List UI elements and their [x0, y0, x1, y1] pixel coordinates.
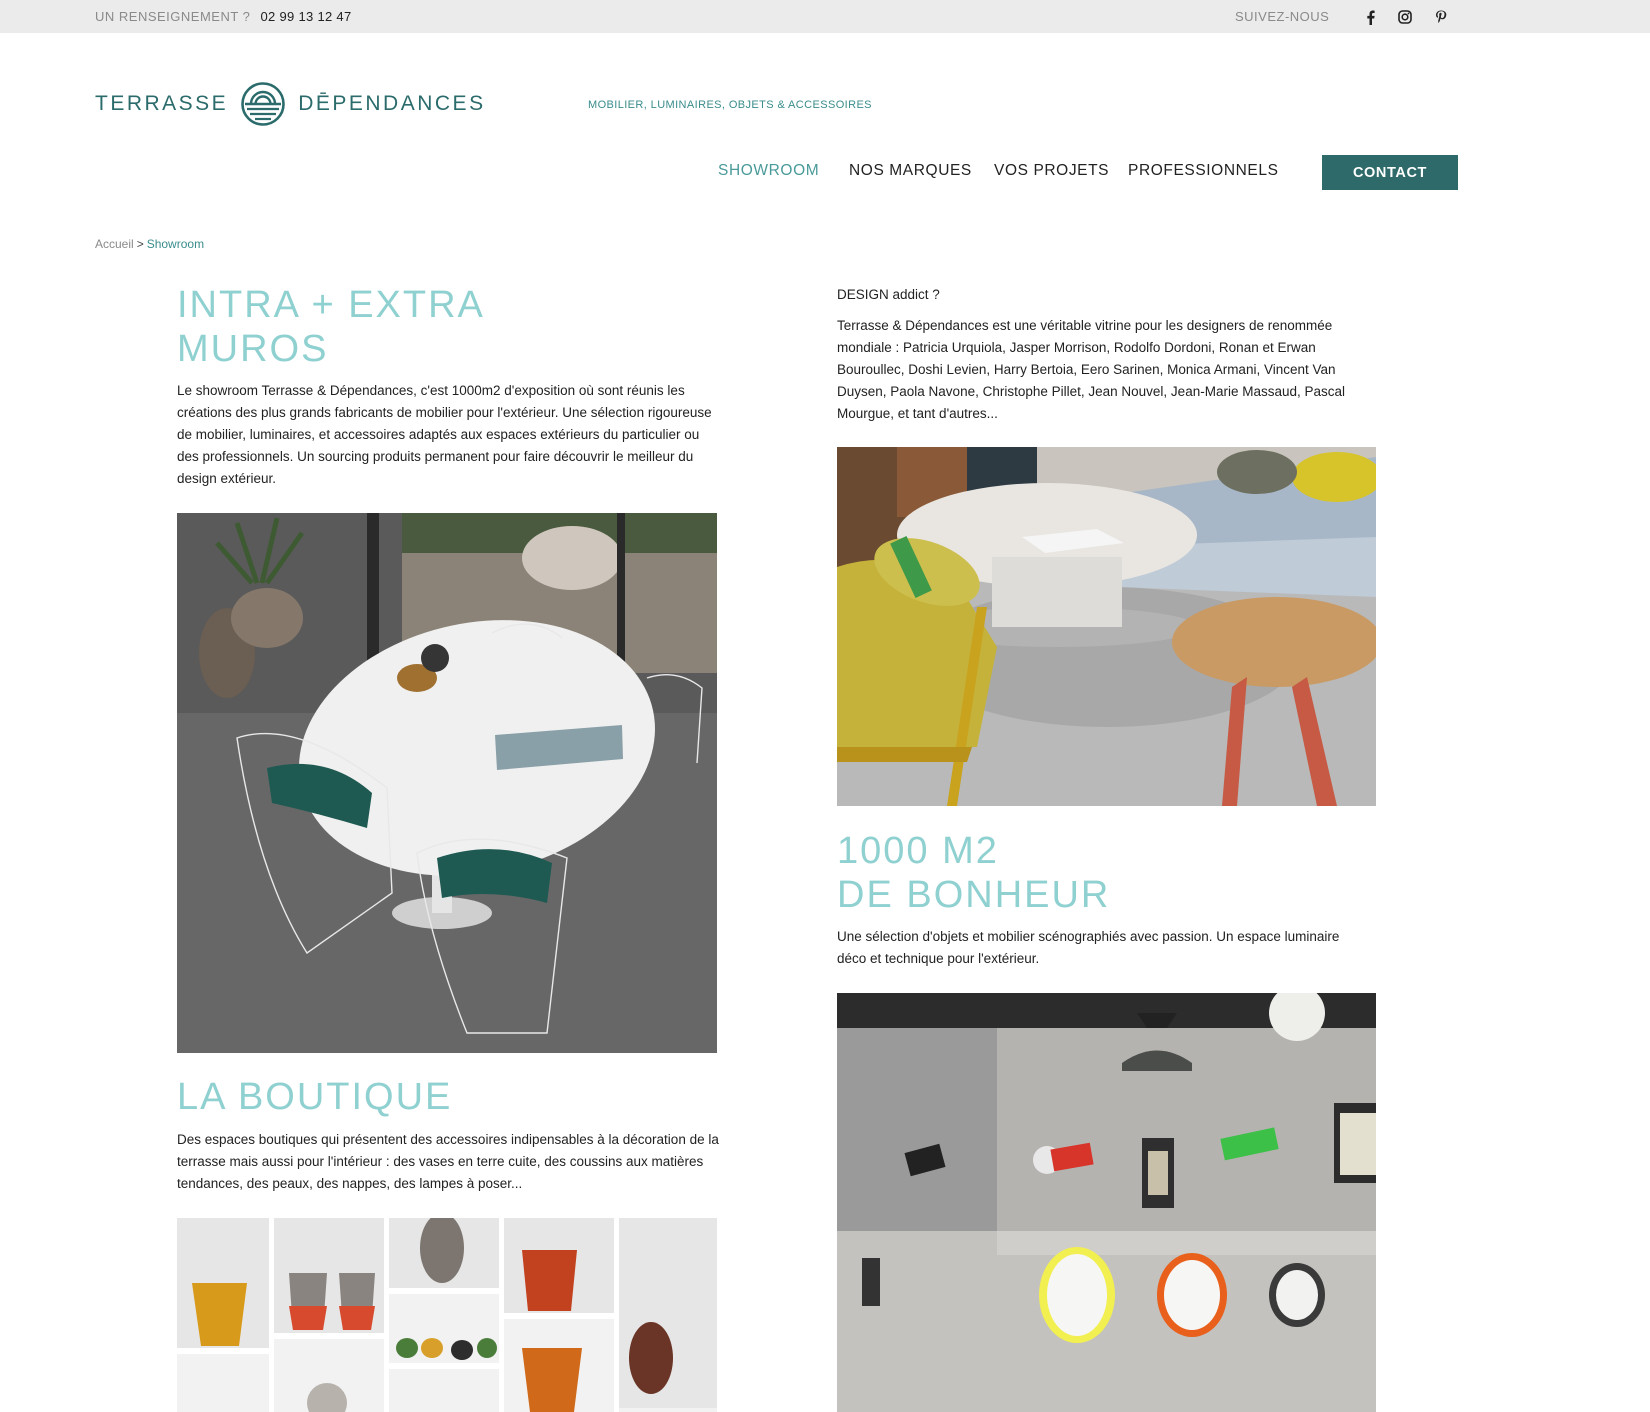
lounge-photo: [837, 447, 1376, 806]
nav-showroom[interactable]: SHOWROOM: [718, 162, 819, 180]
intra-text: Le showroom Terrasse & Dépendances, c'es…: [177, 383, 712, 486]
instagram-icon[interactable]: [1396, 9, 1414, 25]
follow-label: SUIVEZ-NOUS: [1235, 9, 1330, 24]
nav-vos-projets[interactable]: VOS PROJETS: [994, 162, 1109, 180]
intra-title: INTRA + EXTRA MUROS: [177, 283, 485, 371]
site-tagline: MOBILIER, LUMINAIRES, OBJETS & ACCESSOIR…: [588, 99, 872, 111]
logo-text-right: DĒPENDANCES: [298, 92, 486, 115]
logo-text-left: TERRASSE: [95, 92, 229, 115]
info-label: UN RENSEIGNEMENT ?: [95, 9, 251, 24]
phone-number[interactable]: 02 99 13 12 47: [261, 9, 352, 24]
intra-title-line2: MUROS: [177, 328, 329, 370]
facebook-icon[interactable]: [1361, 9, 1379, 25]
bonheur-title: 1000 M2 DE BONHEUR: [837, 829, 1110, 917]
showroom-table-photo: [177, 513, 717, 1053]
boutique-vases-photo: [177, 1218, 717, 1412]
bonheur-title-line1: 1000 M2: [837, 830, 999, 872]
breadcrumb-separator: >: [136, 237, 144, 251]
breadcrumb: Accueil > Showroom: [95, 237, 204, 251]
nav-nos-marques[interactable]: NOS MARQUES: [849, 162, 972, 180]
intra-title-line1: INTRA + EXTRA: [177, 284, 485, 326]
breadcrumb-current[interactable]: Showroom: [147, 237, 204, 251]
contact-button[interactable]: CONTACT: [1322, 155, 1458, 190]
breadcrumb-home[interactable]: Accueil: [95, 237, 134, 251]
pinterest-icon[interactable]: [1432, 9, 1450, 25]
contact-info: UN RENSEIGNEMENT ? 02 99 13 12 47: [95, 9, 351, 24]
lighting-photo: [837, 993, 1376, 1412]
top-bar: UN RENSEIGNEMENT ? 02 99 13 12 47 SUIVEZ…: [0, 0, 1650, 33]
nav-professionnels[interactable]: PROFESSIONNELS: [1128, 162, 1279, 180]
bonheur-text: Une sélection d'objets et mobilier scéno…: [837, 929, 1340, 966]
design-text: Terrasse & Dépendances est une véritable…: [837, 318, 1346, 421]
design-subtitle: DESIGN addict ?: [837, 287, 940, 302]
boutique-text: Des espaces boutiques qui présentent des…: [177, 1132, 719, 1191]
boutique-title: LA BOUTIQUE: [177, 1076, 453, 1118]
bonheur-title-line2: DE BONHEUR: [837, 874, 1111, 916]
site-logo[interactable]: TERRASSE DĒPENDANCES: [95, 80, 486, 128]
sun-waves-logo-icon: [241, 82, 286, 126]
